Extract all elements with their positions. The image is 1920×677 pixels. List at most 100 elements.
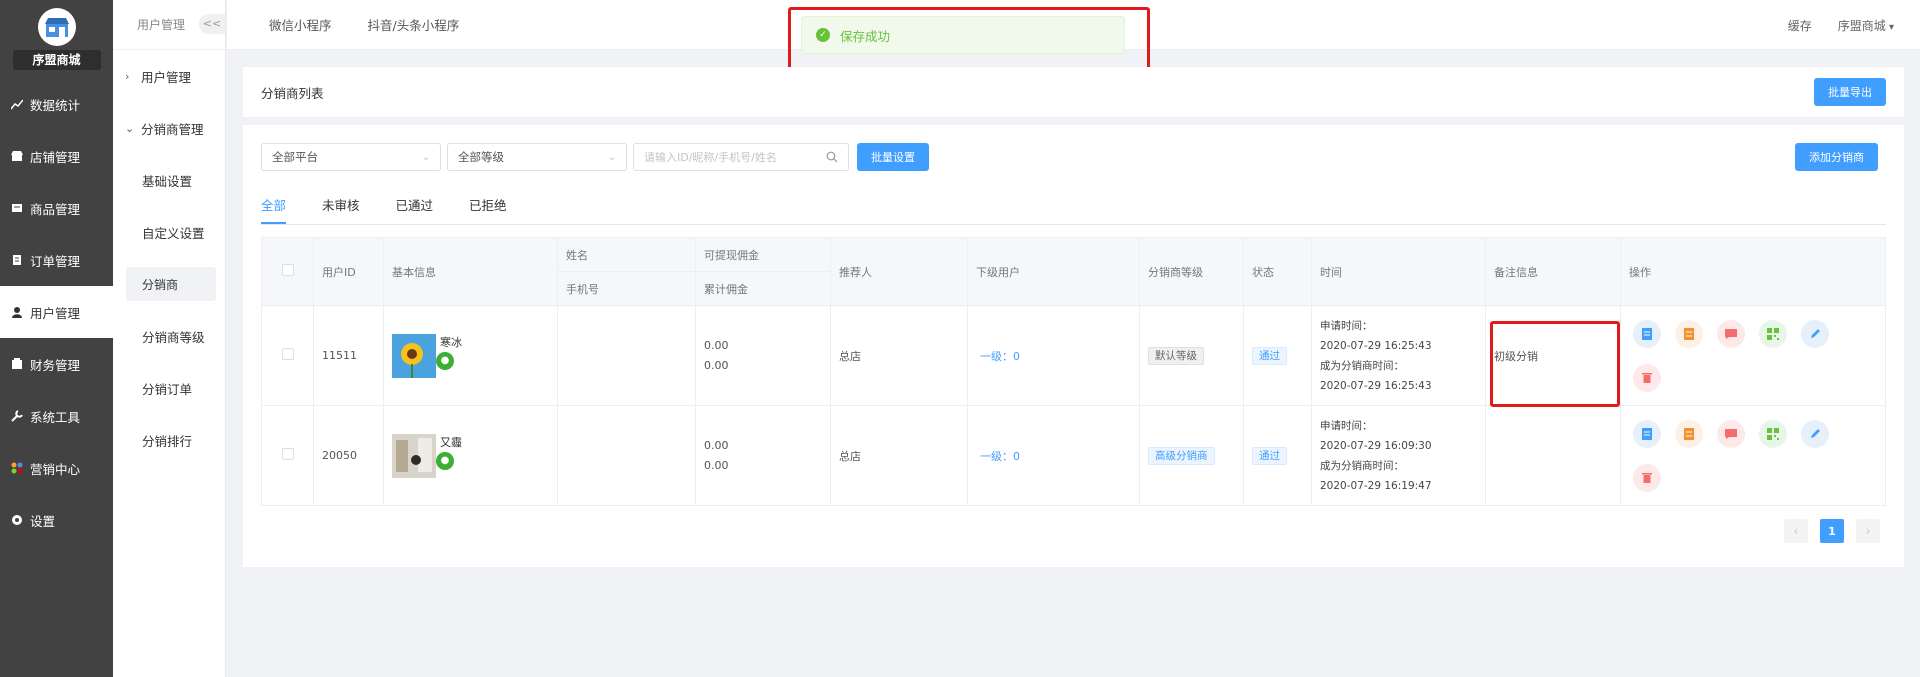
page-number-button[interactable]: 1 <box>1820 519 1844 543</box>
user-id-cell: 20050 <box>313 405 384 506</box>
logo-area: 序盟商城 <box>0 0 113 78</box>
cache-link[interactable]: 缓存 <box>1788 17 1812 34</box>
sub-item-custom-settings[interactable]: 自定义设置 <box>113 206 225 258</box>
level-select[interactable]: 全部等级 ⌄ <box>447 143 627 171</box>
sub-group-label: 分销商管理 <box>141 121 204 137</box>
select-all-checkbox[interactable] <box>281 264 294 276</box>
sidebar-item-0[interactable]: 数据统计 <box>0 78 113 130</box>
collapse-button[interactable]: << <box>199 14 225 34</box>
edit-icon[interactable] <box>1801 419 1829 448</box>
next-page-button[interactable]: › <box>1856 519 1880 543</box>
sub-sidebar: 用户管理 << › 用户管理 ⌄ 分销商管理 基础设置 自定义设置 分销商 分销… <box>113 0 226 677</box>
level-cell: 默认等级 <box>1139 305 1244 406</box>
referrer-cell: 总店 <box>830 305 968 406</box>
qrcode-icon[interactable] <box>1759 319 1787 348</box>
batch-export-button[interactable]: 批量导出 <box>1814 78 1886 106</box>
finance-icon <box>10 357 24 371</box>
sub-item-distribution-orders[interactable]: 分销订单 <box>113 362 225 414</box>
commission-cell: 0.00 0.00 <box>695 405 831 506</box>
sub-group-user-manage[interactable]: › 用户管理 <box>113 50 225 102</box>
wechat-icon: ● <box>436 451 454 470</box>
row-checkbox[interactable] <box>281 448 294 460</box>
platform-select-value: 全部平台 <box>272 150 318 164</box>
apply-time: 2020-07-29 16:09:30 <box>1320 439 1432 452</box>
level-cell: 高级分销商 <box>1139 405 1244 506</box>
edit-icon[interactable] <box>1801 319 1829 348</box>
sidebar-item-1[interactable]: 店铺管理 <box>0 130 113 182</box>
sidebar-item-label: 订单管理 <box>30 253 81 269</box>
page-title: 分销商列表 <box>261 85 324 101</box>
prev-page-button[interactable]: ‹ <box>1784 519 1808 543</box>
sub-group-distributor-manage[interactable]: ⌄ 分销商管理 <box>113 102 225 154</box>
qrcode-icon[interactable] <box>1759 419 1787 448</box>
search-input[interactable] <box>644 150 814 164</box>
main-content: 分销商列表 批量导出 全部平台 ⌄ 全部等级 ⌄ 批量设置 添加分销商 全部 未… <box>243 67 1904 567</box>
tab-pending[interactable]: 未审核 <box>322 195 360 224</box>
add-distributor-button[interactable]: 添加分销商 <box>1795 143 1878 171</box>
referrer-cell: 总店 <box>830 405 968 506</box>
sidebar-item-2[interactable]: 商品管理 <box>0 182 113 234</box>
sidebar-item-7[interactable]: 营销中心 <box>0 442 113 494</box>
batch-settings-button[interactable]: 批量设置 <box>857 143 929 171</box>
withdrawable-value: 0.00 <box>704 338 729 352</box>
sidebar-item-5[interactable]: 财务管理 <box>0 338 113 390</box>
detail-icon[interactable] <box>1633 419 1661 448</box>
store-icon <box>10 149 24 163</box>
platform-select[interactable]: 全部平台 ⌄ <box>261 143 441 171</box>
shop-name: 序盟商城 <box>12 50 101 70</box>
success-toast: ✓ 保存成功 <box>801 16 1125 54</box>
row-checkbox[interactable] <box>281 348 294 360</box>
sidebar-item-label: 商品管理 <box>30 201 81 217</box>
select-all-header <box>261 237 314 306</box>
become-label: 成为分销商时间： <box>1320 359 1404 372</box>
remark-cell <box>1485 405 1621 506</box>
tab-rejected[interactable]: 已拒绝 <box>469 195 507 224</box>
sub-item-distributor[interactable]: 分销商 <box>113 258 225 310</box>
order-icon <box>10 253 24 267</box>
header-name: 姓名 <box>557 237 696 272</box>
tab-douyin-miniprogram[interactable]: 抖音/头条小程序 <box>350 15 478 34</box>
sidebar-item-4[interactable]: 用户管理 <box>0 286 113 338</box>
distributor-table: 用户ID 基本信息 姓名 可提现佣金 推荐人 下级用户 分销商等级 状态 时间 … <box>261 237 1886 506</box>
tab-approved[interactable]: 已通过 <box>396 195 434 224</box>
time-cell: 申请时间： 2020-07-29 16:09:30 成为分销商时间： 2020-… <box>1311 405 1486 506</box>
commission-record-icon[interactable] <box>1675 319 1703 348</box>
tab-wechat-miniprogram[interactable]: 微信小程序 <box>251 15 350 34</box>
subordinates-link[interactable]: 一级：0 <box>976 450 1020 463</box>
subordinates-cell: 一级：0 <box>967 305 1140 406</box>
sub-item-basic-settings[interactable]: 基础设置 <box>113 154 225 206</box>
status-badge: 通过 <box>1252 447 1287 465</box>
user-icon <box>10 305 24 319</box>
avatar <box>392 333 436 378</box>
message-icon[interactable] <box>1717 319 1745 348</box>
user-menu[interactable]: 序盟商城 <box>1838 17 1894 34</box>
filter-bar: 全部平台 ⌄ 全部等级 ⌄ 批量设置 <box>261 143 1886 171</box>
search-box <box>633 143 849 171</box>
nickname: 寒冰 <box>440 335 462 349</box>
sidebar-item-8[interactable]: 设置 <box>0 494 113 546</box>
list-title-card: 分销商列表 批量导出 <box>243 67 1904 117</box>
sidebar-item-3[interactable]: 订单管理 <box>0 234 113 286</box>
table-row: 11511 寒冰 ● 0.00 0.00 总店 一级：0 默认等级 通过 申请时… <box>261 305 1886 406</box>
detail-icon[interactable] <box>1633 319 1661 348</box>
header-withdrawable: 可提现佣金 <box>695 237 831 272</box>
row-checkbox-cell <box>261 405 314 506</box>
sub-item-distributor-level[interactable]: 分销商等级 <box>113 310 225 362</box>
ops-cell <box>1620 405 1886 506</box>
row-checkbox-cell <box>261 305 314 406</box>
user-id-cell: 11511 <box>313 305 384 406</box>
search-icon[interactable] <box>826 151 838 163</box>
sidebar-item-6[interactable]: 系统工具 <box>0 390 113 442</box>
apply-time: 2020-07-29 16:25:43 <box>1320 339 1432 352</box>
subordinates-link[interactable]: 一级：0 <box>976 350 1020 363</box>
commission-record-icon[interactable] <box>1675 419 1703 448</box>
tab-all[interactable]: 全部 <box>261 195 287 224</box>
avatar <box>392 433 436 478</box>
message-icon[interactable] <box>1717 419 1745 448</box>
header-referrer: 推荐人 <box>830 237 968 306</box>
sub-item-distribution-ranking[interactable]: 分销排行 <box>113 414 225 466</box>
delete-icon[interactable] <box>1633 363 1661 392</box>
header-ops: 操作 <box>1620 237 1886 306</box>
subordinates-cell: 一级：0 <box>967 405 1140 506</box>
delete-icon[interactable] <box>1633 463 1661 492</box>
